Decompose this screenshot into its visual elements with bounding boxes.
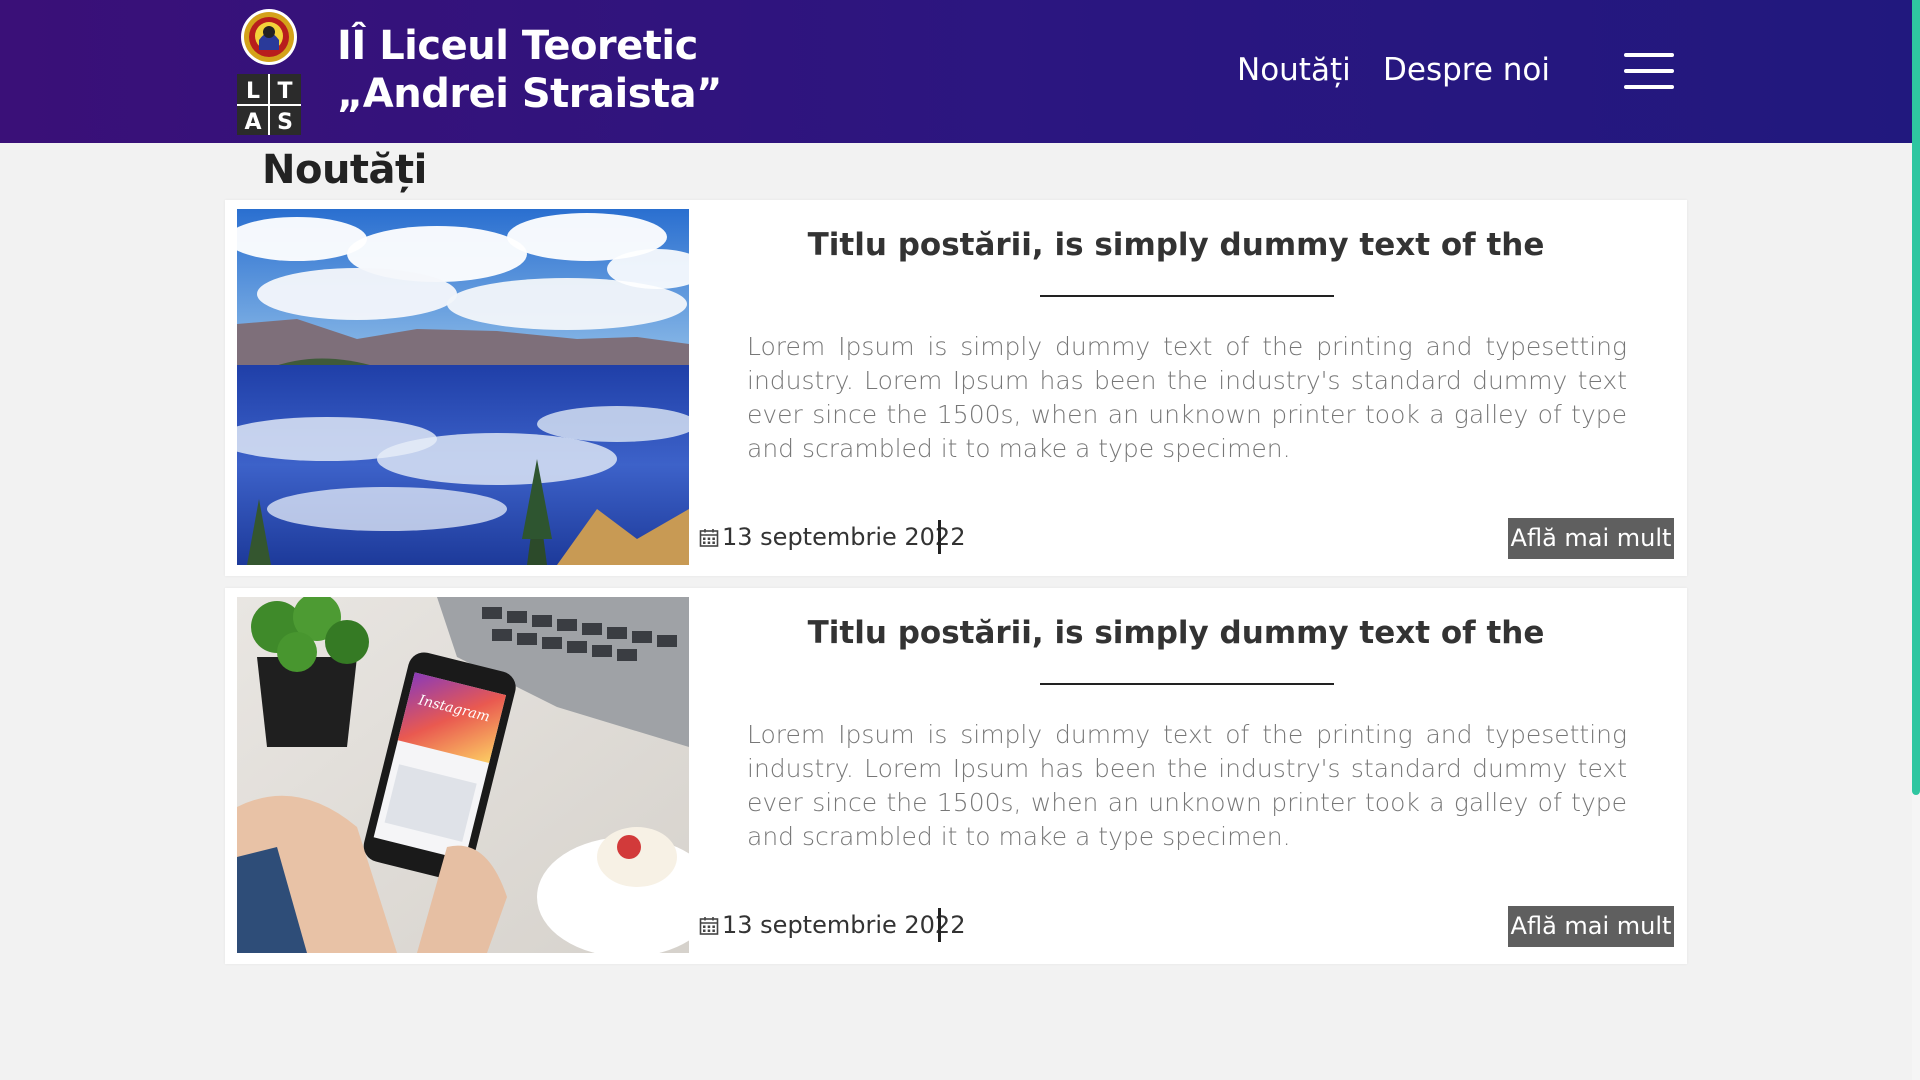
news-card: Titlu postării, is simply dummy text of …: [225, 200, 1687, 576]
post-excerpt: Lorem Ipsum is simply dummy text of the …: [747, 720, 1627, 851]
logo-letter-a: A: [244, 110, 261, 135]
site-header: L T A S IÎ Liceul Teoretic „Andrei Strai…: [0, 0, 1912, 143]
nav-link-about[interactable]: Despre noi: [1383, 50, 1550, 90]
date-separator: [938, 520, 941, 554]
school-name-line-2: „Andrei Straista”: [337, 71, 722, 117]
logo-letter-l: L: [246, 79, 260, 104]
school-logo[interactable]: L T A S: [237, 8, 301, 135]
post-title[interactable]: Titlu postării, is simply dummy text of …: [711, 613, 1641, 653]
title-divider: [1040, 295, 1334, 297]
calendar-icon: [699, 917, 719, 935]
post-excerpt: Lorem Ipsum is simply dummy text of the …: [747, 332, 1627, 463]
read-more-button[interactable]: Află mai mult: [1508, 906, 1674, 947]
nav-link-news[interactable]: Noutăți: [1237, 50, 1351, 90]
school-name-line-1: IÎ Liceul Teoretic: [337, 23, 698, 69]
calendar-icon: [699, 529, 719, 547]
post-date: 13 septembrie 2022: [699, 521, 965, 553]
scrollbar-thumb[interactable]: [1912, 0, 1920, 795]
section-title: Noutăți: [262, 147, 427, 193]
date-separator: [938, 908, 941, 942]
logo-letter-s: S: [277, 110, 293, 135]
post-date: 13 septembrie 2022: [699, 909, 965, 941]
read-more-button[interactable]: Află mai mult: [1508, 518, 1674, 559]
news-card: Instagram Titlu postării, is simply dumm…: [225, 588, 1687, 964]
post-date-text: 13 septembrie 2022: [722, 523, 966, 551]
school-name[interactable]: IÎ Liceul Teoretic „Andrei Straista”: [337, 22, 722, 118]
hamburger-menu-icon[interactable]: [1622, 50, 1676, 92]
post-image-phone[interactable]: Instagram: [237, 597, 689, 953]
post-date-text: 13 septembrie 2022: [722, 911, 966, 939]
post-image-lake[interactable]: [237, 209, 689, 565]
logo-letter-t: T: [277, 79, 292, 104]
page: L T A S IÎ Liceul Teoretic „Andrei Strai…: [0, 0, 1920, 1080]
title-divider: [1040, 683, 1334, 685]
post-title[interactable]: Titlu postării, is simply dummy text of …: [711, 225, 1641, 265]
